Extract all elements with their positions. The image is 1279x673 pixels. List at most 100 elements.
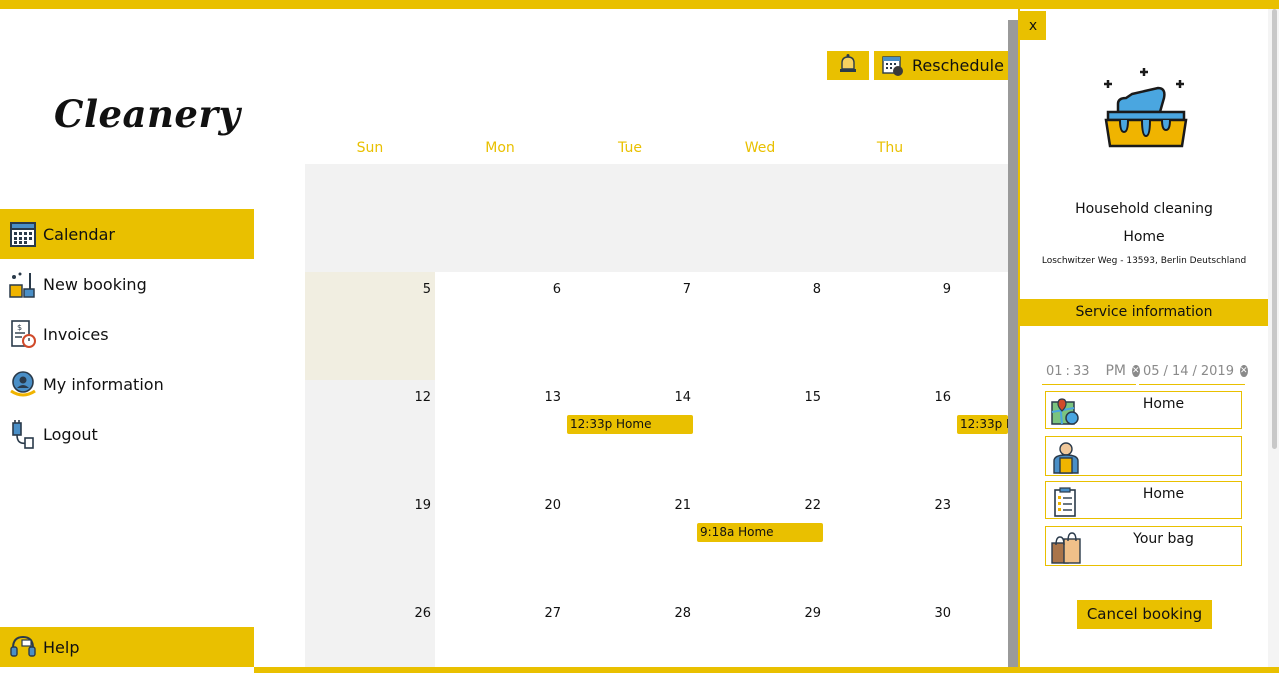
sidebar-item-label: Invoices: [43, 324, 109, 344]
calendar-day-cell[interactable]: 9: [825, 272, 955, 380]
shopping-bag-icon: [1050, 531, 1082, 564]
cleaning-brush-icon: [1100, 66, 1190, 150]
sidebar-item-label: Calendar: [43, 224, 115, 244]
day-number: 28: [674, 606, 691, 621]
calendar-day-cell[interactable]: 16: [825, 380, 955, 488]
scrollbar-thumb[interactable]: [1272, 9, 1277, 449]
help-label: Help: [43, 637, 80, 657]
calendar-day-cell[interactable]: 21: [565, 488, 695, 596]
sidebar-item-help[interactable]: Help: [0, 627, 254, 667]
date-day: 14: [1171, 363, 1189, 379]
bottom-accent-bar: [254, 667, 1279, 673]
day-number: 12: [414, 390, 431, 405]
info-box-text: Home: [1142, 396, 1185, 412]
sidebar-item-calendar[interactable]: Calendar: [0, 209, 254, 259]
close-panel-button[interactable]: x: [1020, 11, 1046, 40]
day-number: 7: [682, 282, 691, 297]
time-hour: 01: [1046, 363, 1063, 379]
calendar-day-cell-sunday[interactable]: 19: [305, 488, 435, 596]
day-number: 19: [414, 498, 431, 513]
info-box-text: Home: [1142, 486, 1185, 502]
day-header-thu: Thu: [876, 140, 904, 156]
day-header-wed: Wed: [744, 140, 776, 156]
day-number: 6: [552, 282, 561, 297]
reschedule-button[interactable]: Reschedule: [874, 51, 1008, 80]
sidebar-item-logout[interactable]: Logout: [0, 409, 254, 459]
calendar-event[interactable]: 12:33p Home: [567, 415, 693, 434]
cancel-booking-button[interactable]: Cancel booking: [1077, 600, 1212, 629]
calendar-day-cell[interactable]: 7: [565, 272, 695, 380]
calendar-day-cell-today[interactable]: 5: [305, 272, 435, 380]
calendar-day-cell[interactable]: 27: [435, 596, 565, 667]
calendar-day-cell[interactable]: 8: [695, 272, 825, 380]
day-number: 15: [804, 390, 821, 405]
day-header-mon: Mon: [485, 140, 515, 156]
day-number: 21: [674, 498, 691, 513]
cleaning-tools-icon: [8, 269, 38, 299]
bell-icon: [838, 53, 858, 79]
day-number: 5: [422, 282, 431, 297]
sidebar-item-my-information[interactable]: My information: [0, 359, 254, 409]
service-name: Household cleaning: [1075, 201, 1213, 217]
info-box-bag[interactable]: Your bag: [1045, 526, 1242, 566]
time-minute: 33: [1072, 363, 1090, 379]
app-logo: Cleanery: [54, 92, 241, 136]
top-accent-bar: [0, 0, 1279, 9]
date-separator: /: [1163, 363, 1168, 379]
sidebar-item-new-booking[interactable]: New booking: [0, 259, 254, 309]
time-input[interactable]: 01 : 33 PM ✕: [1042, 358, 1140, 385]
calendar-day-cell[interactable]: 29: [695, 596, 825, 667]
calendar-day-cell[interactable]: 13: [435, 380, 565, 488]
date-year: 2019: [1200, 363, 1234, 379]
day-number: 20: [544, 498, 561, 513]
sidebar-item-invoices[interactable]: $ Invoices: [0, 309, 254, 359]
info-box-text: Your bag: [1133, 531, 1194, 547]
calendar-day-cell[interactable]: 30: [825, 596, 955, 667]
day-number: 27: [544, 606, 561, 621]
date-separator: /: [1192, 363, 1197, 379]
calendar-day-cell[interactable]: 6: [435, 272, 565, 380]
day-number: 30: [934, 606, 951, 621]
calendar-day-cell[interactable]: 22: [695, 488, 825, 596]
calendar-icon: [8, 219, 38, 249]
time-separator: :: [1065, 363, 1070, 379]
calendar-day-cell[interactable]: 20: [435, 488, 565, 596]
calendar-clock-icon: [882, 55, 904, 77]
day-number: 8: [812, 282, 821, 297]
service-place: Home: [1123, 229, 1165, 245]
day-number: 9: [942, 282, 951, 297]
calendar-empty-week: [305, 164, 1008, 272]
calendar-day-cell-sunday[interactable]: 12: [305, 380, 435, 488]
calendar-day-cell[interactable]: 23: [825, 488, 955, 596]
calendar-event[interactable]: 9:18a Home: [697, 523, 823, 542]
calendar-day-cell[interactable]: 28: [565, 596, 695, 667]
day-number: 22: [804, 498, 821, 513]
logout-plug-icon: [8, 419, 38, 449]
time-ampm: PM: [1105, 363, 1127, 379]
map-location-icon: [1050, 396, 1082, 428]
panel-border: [1018, 9, 1020, 667]
sidebar-item-label: New booking: [43, 274, 147, 294]
headset-icon: [8, 632, 38, 662]
date-input[interactable]: 05 / 14 / 2019 ✕: [1139, 358, 1248, 385]
calendar-day-cell[interactable]: 15: [695, 380, 825, 488]
info-box-checklist[interactable]: Home: [1045, 481, 1242, 519]
day-number: 23: [934, 498, 951, 513]
invoice-icon: $: [8, 319, 38, 349]
notifications-button[interactable]: [827, 51, 869, 80]
cleaner-person-icon: [1050, 441, 1082, 474]
info-box-cleaner[interactable]: [1045, 436, 1242, 476]
panel-resize-handle[interactable]: [1008, 20, 1018, 667]
day-header-tue: Tue: [618, 140, 642, 156]
clear-date-icon[interactable]: ✕: [1239, 365, 1248, 377]
calendar-day-cell[interactable]: 14: [565, 380, 695, 488]
reschedule-label: Reschedule: [912, 56, 1004, 75]
info-box-location[interactable]: Home: [1045, 391, 1242, 429]
date-month: 05: [1143, 363, 1160, 379]
svg-text:$: $: [17, 323, 22, 332]
day-number: 29: [804, 606, 821, 621]
calendar-day-cell-sunday[interactable]: 26: [305, 596, 435, 667]
calendar-event[interactable]: 12:33p Home: [957, 415, 1008, 434]
service-information-header: Service information: [1020, 299, 1268, 326]
user-info-icon: [8, 369, 38, 399]
